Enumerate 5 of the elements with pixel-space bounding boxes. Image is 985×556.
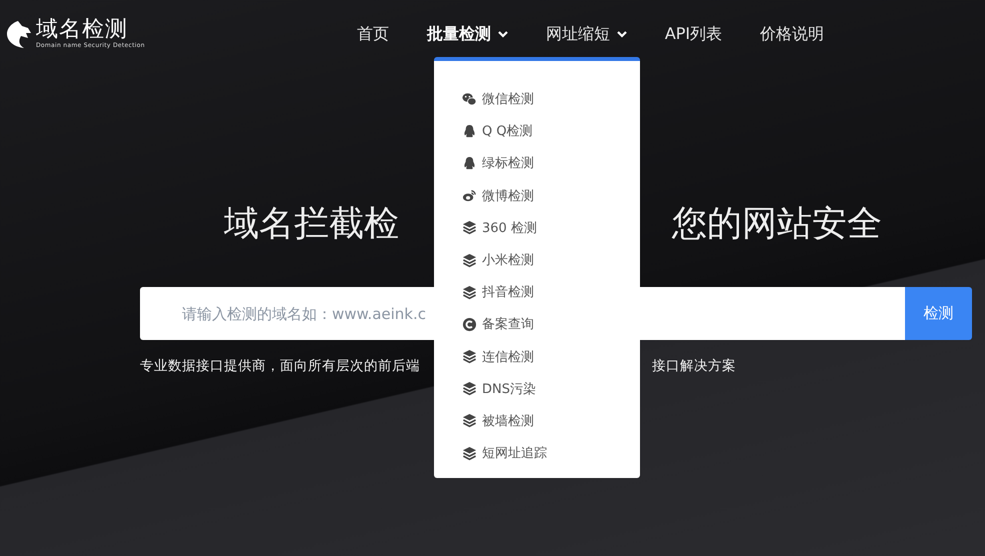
hero-title: 域名拦截检 [223, 202, 400, 246]
hero-title: 您的网站安全 [670, 202, 883, 246]
hero-subtitle: 专业数据接口提供商，面向所有层次的前后端 [139, 357, 421, 375]
hero-subtitle: 接口解决方案 [651, 357, 737, 375]
logo-title: 域名检测 [36, 18, 129, 42]
